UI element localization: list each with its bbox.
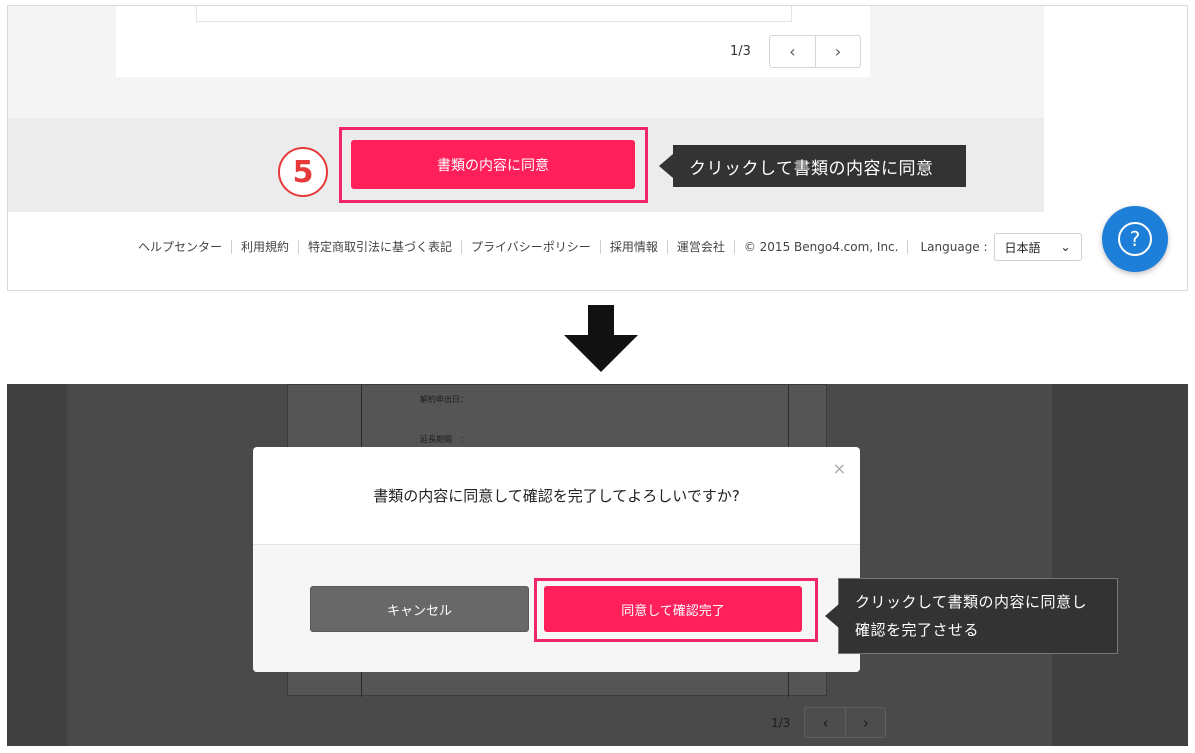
dialog-question: 書類の内容に同意して確認を完了してよろしいですか? — [373, 487, 740, 505]
footer-copyright: © 2015 Bengo4.com, Inc. — [735, 240, 909, 254]
confirm-agree-button[interactable]: 同意して確認完了 — [544, 586, 802, 632]
dialog-header: 書類の内容に同意して確認を完了してよろしいですか? × — [253, 447, 860, 545]
site-footer: ヘルプセンター 利用規約 特定商取引法に基づく表記 プライバシーポリシー 採用情… — [138, 233, 1082, 261]
footer-link-company[interactable]: 運営会社 — [668, 240, 735, 254]
footer-link-commercial-law[interactable]: 特定商取引法に基づく表記 — [299, 240, 463, 254]
callout-line: 確認を完了させる — [855, 621, 980, 639]
confirm-dialog-screenshot: 解約申出日： 延長期間 ： 1/3 ‹ › 書類の内容に同意して確認を完了してよ… — [7, 384, 1188, 746]
pager-buttons: ‹ › — [804, 707, 887, 738]
question-mark-icon: ? — [1118, 222, 1152, 256]
pager-buttons: ‹ › — [768, 35, 861, 68]
footer-link-terms[interactable]: 利用規約 — [232, 240, 300, 254]
prev-page-button: ‹ — [822, 713, 829, 732]
down-arrow-icon — [564, 305, 638, 372]
document-pager: 1/3 ‹ › — [730, 35, 861, 68]
close-icon[interactable]: × — [833, 459, 846, 478]
agree-document-button[interactable]: 書類の内容に同意 — [351, 140, 635, 189]
overlay-column — [1052, 384, 1188, 746]
agreement-page-screenshot: 1/3 ‹ › 5 書類の内容に同意 クリックして書類の内容に同意 ヘルプセンタ… — [7, 5, 1188, 291]
chevron-down-icon: ⌄ — [1060, 240, 1071, 254]
prev-page-button[interactable]: ‹ — [770, 36, 815, 67]
document-field-label: 解約申出日： — [420, 395, 468, 404]
step-number-badge: 5 — [278, 147, 328, 197]
footer-link-privacy-policy[interactable]: プライバシーポリシー — [462, 240, 601, 254]
language-value: 日本語 — [1004, 240, 1041, 255]
footer-link-help-center[interactable]: ヘルプセンター — [138, 240, 233, 254]
cancel-button[interactable]: キャンセル — [310, 586, 529, 632]
document-viewer-card: 1/3 ‹ › — [116, 6, 870, 77]
document-page-preview — [196, 6, 792, 22]
language-select[interactable]: 日本語 ⌄ — [993, 233, 1082, 261]
page-indicator: 1/3 — [730, 44, 751, 59]
callout-line: クリックして書類の内容に同意し — [855, 593, 1088, 611]
next-page-button[interactable]: › — [814, 36, 860, 67]
language-label: Language : — [920, 240, 988, 254]
instruction-callout: クリックして書類の内容に同意し 確認を完了させる — [838, 578, 1118, 654]
footer-link-careers[interactable]: 採用情報 — [601, 240, 668, 254]
dimmed-document-pager: 1/3 ‹ › — [771, 707, 887, 738]
overlay-column — [7, 384, 67, 746]
help-button[interactable]: ? — [1102, 206, 1168, 272]
next-page-button: › — [845, 708, 885, 737]
instruction-callout: クリックして書類の内容に同意 — [673, 145, 966, 187]
document-field-label: 延長期間 ： — [420, 435, 468, 444]
page-indicator: 1/3 — [771, 715, 791, 730]
